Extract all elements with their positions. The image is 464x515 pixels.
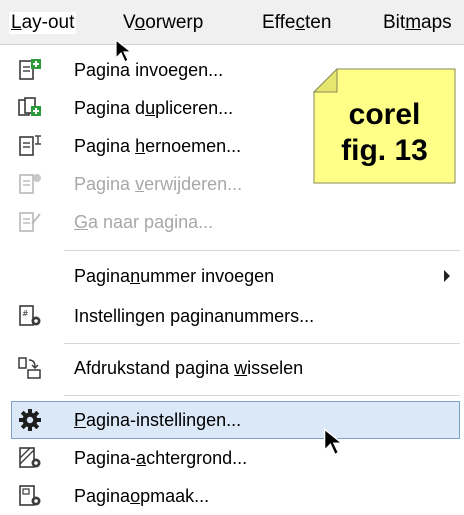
- menu-item-label: Paginaopmaak...: [74, 486, 210, 506]
- menubar-effecten[interactable]: Effecten: [262, 12, 331, 34]
- menubar-voorwerp[interactable]: Voorwerp: [123, 12, 203, 34]
- go-to-page-icon: [18, 210, 42, 234]
- menubar-lay-out[interactable]: Lay-out: [9, 12, 77, 34]
- menu-item-label: Ga naar pagina...: [74, 212, 214, 232]
- note-line-2: fig. 13: [341, 134, 428, 167]
- menu-item-label: Pagina-achtergrond...: [74, 448, 248, 468]
- menu-item-label: Pagina-instellingen...: [74, 410, 242, 430]
- page-delete-icon: [18, 172, 42, 196]
- menu-separator: [64, 395, 460, 396]
- page-background-icon: [18, 446, 42, 470]
- menu-item-switch-orientation[interactable]: Afdrukstand pagina wisselen: [0, 349, 464, 387]
- menu-separator: [64, 343, 460, 344]
- mouse-cursor-icon: [115, 38, 133, 63]
- menu-item-page-settings[interactable]: Pagina-instellingen...: [11, 401, 460, 439]
- switch-orientation-icon: [18, 356, 42, 380]
- menu-item-page-number-settings[interactable]: # Instellingen paginanummers...: [0, 297, 464, 335]
- menu-item-label: Afdrukstand pagina wisselen: [74, 358, 304, 378]
- note-line-1: corel: [348, 98, 421, 131]
- svg-text:#: #: [22, 309, 29, 318]
- page-number-settings-icon: #: [18, 304, 42, 328]
- sticky-note: corel fig. 13: [313, 68, 456, 184]
- menu-item-label: Paginanummer invoegen: [74, 266, 275, 286]
- menu-item-go-to-page[interactable]: Ga naar pagina...: [0, 203, 464, 241]
- page-rename-icon: [18, 134, 42, 158]
- menu-item-label: Pagina dupliceren...: [74, 98, 234, 118]
- mouse-cursor-icon: [323, 427, 344, 456]
- menu-item-label: Pagina hernoemen...: [74, 136, 242, 156]
- page-layout-icon: [18, 484, 42, 508]
- menu-separator: [64, 250, 460, 251]
- menu-item-page-layout[interactable]: Paginaopmaak...: [0, 477, 464, 515]
- menu-item-insert-page-number[interactable]: Paginanummer invoegen: [0, 257, 464, 295]
- page-duplicate-icon: [18, 96, 42, 120]
- page-insert-icon: [18, 58, 42, 82]
- submenu-arrow-icon: [444, 270, 450, 282]
- menu-bar: Lay-out Voorwerp Effecten Bitmaps: [0, 0, 464, 45]
- menu-item-page-background[interactable]: Pagina-achtergrond...: [0, 439, 464, 477]
- menu-item-label: Pagina invoegen...: [74, 60, 224, 80]
- menu-item-label: Pagina verwijderen...: [74, 174, 243, 194]
- menu-item-label: Instellingen paginanummers...: [74, 306, 315, 326]
- menubar-lay-out-rest: ay-out: [21, 12, 75, 33]
- menubar-bitmaps[interactable]: Bitmaps: [383, 12, 452, 34]
- gear-icon: [18, 408, 42, 432]
